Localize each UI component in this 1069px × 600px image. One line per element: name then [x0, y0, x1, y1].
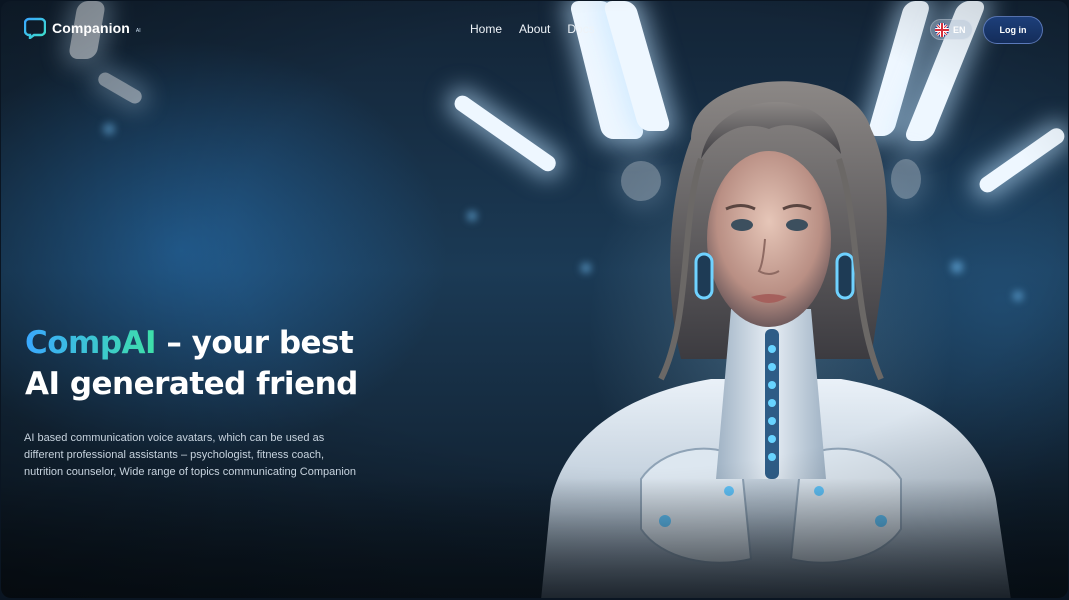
logo-text: Companion — [52, 20, 130, 36]
logo[interactable]: Companion AI — [24, 17, 141, 39]
hero-page: Companion AI Home About Docs EN Log in C… — [1, 1, 1068, 598]
uk-flag-icon — [935, 22, 949, 37]
nav-about-link[interactable]: About — [519, 22, 550, 36]
language-label: EN — [953, 24, 966, 35]
hero-title-line2: AI generated friend — [25, 366, 358, 402]
language-switcher[interactable]: EN — [930, 19, 973, 40]
hero-heading-block: CompAI – your best AI generated friend — [25, 323, 425, 405]
main-nav: Home About Docs — [470, 22, 595, 36]
hero-title: CompAI – your best AI generated friend — [25, 323, 425, 405]
logo-sub: AI — [135, 28, 141, 34]
nav-docs-link[interactable]: Docs — [567, 22, 594, 36]
hero-title-brand: CompAI — [25, 325, 157, 361]
hero-title-line1-rest: – your best — [156, 325, 354, 361]
vignette — [1, 1, 1068, 598]
chat-bubble-logo-icon — [24, 17, 46, 39]
hero-description: AI based communication voice avatars, wh… — [24, 432, 357, 478]
login-button[interactable]: Log in — [983, 16, 1043, 44]
nav-home-link[interactable]: Home — [470, 22, 502, 36]
